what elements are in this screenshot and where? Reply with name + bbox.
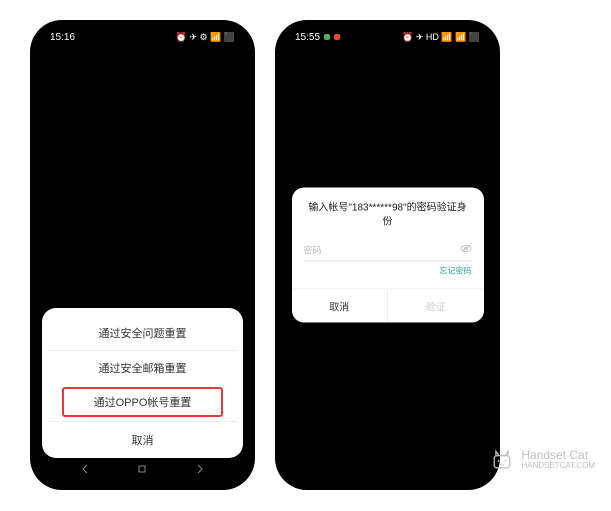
password-input[interactable]: 密码 xyxy=(304,244,472,262)
cat-logo-icon xyxy=(489,447,515,473)
dialog-cancel-button[interactable]: 取消 xyxy=(292,290,389,323)
watermark: Handset Cat HANDSETCAT.COM xyxy=(489,447,595,473)
status-bar: 15:16 ⏰ ✈ ⚙ 📶 ⬛ xyxy=(36,26,249,48)
nav-back-icon[interactable] xyxy=(78,462,92,476)
password-placeholder: 密码 xyxy=(304,244,460,257)
status-icons: ⏰ ✈ HD 📶 📶 ⬛ xyxy=(402,32,480,43)
phone-screen-2: 15:55 ⏰ ✈ HD 📶 📶 ⬛ 输入帐号"183******98"的密码验… xyxy=(281,26,494,484)
watermark-url: HANDSETCAT.COM xyxy=(521,462,595,471)
nav-recent-icon[interactable] xyxy=(193,462,207,476)
navigation-bar xyxy=(36,458,249,480)
dialog-confirm-button[interactable]: 验证 xyxy=(388,290,484,323)
reset-oppo-account-option[interactable]: 通过OPPO帐号重置 xyxy=(62,387,223,417)
status-bar: 15:55 ⏰ ✈ HD 📶 📶 ⬛ xyxy=(281,26,494,48)
phone-screen-1: 15:16 ⏰ ✈ ⚙ 📶 ⬛ 通过安全问题重置 通过安全邮箱重置 通过OPPO… xyxy=(36,26,249,484)
dialog-title: 输入帐号"183******98"的密码验证身份 xyxy=(304,202,472,230)
cancel-button[interactable]: 取消 xyxy=(48,421,237,454)
nav-home-icon[interactable] xyxy=(135,462,149,476)
status-icons: ⏰ ✈ ⚙ 📶 ⬛ xyxy=(176,32,235,43)
reset-security-question-option[interactable]: 通过安全问题重置 xyxy=(48,316,237,350)
password-verify-dialog: 输入帐号"183******98"的密码验证身份 密码 忘记密码 取消 验证 xyxy=(292,188,484,323)
reset-security-email-option[interactable]: 通过安全邮箱重置 xyxy=(48,350,237,385)
forgot-password-link[interactable]: 忘记密码 xyxy=(304,266,472,277)
indicator-green xyxy=(324,34,330,40)
visibility-toggle-icon[interactable] xyxy=(460,245,472,256)
indicator-red xyxy=(334,34,340,40)
phone-frame-2: 15:55 ⏰ ✈ HD 📶 📶 ⬛ 输入帐号"183******98"的密码验… xyxy=(275,20,500,490)
status-time: 15:55 xyxy=(295,32,320,43)
reset-options-sheet: 通过安全问题重置 通过安全邮箱重置 通过OPPO帐号重置 取消 xyxy=(42,308,243,458)
status-time: 15:16 xyxy=(50,32,75,43)
phone-frame-1: 15:16 ⏰ ✈ ⚙ 📶 ⬛ 通过安全问题重置 通过安全邮箱重置 通过OPPO… xyxy=(30,20,255,490)
